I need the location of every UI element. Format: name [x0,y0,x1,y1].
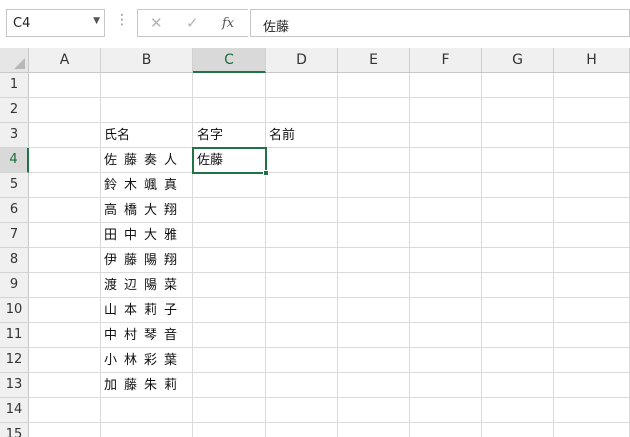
row-header-13[interactable]: 13 [0,373,29,398]
cell-b11[interactable]: 中村琴音 [104,323,184,348]
cell-b4[interactable]: 佐藤奏人 [104,148,184,173]
formula-input[interactable]: 佐藤 [250,9,630,37]
row-header-10[interactable]: 10 [0,298,29,323]
row-header-6[interactable]: 6 [0,198,29,223]
column-header-g[interactable]: G [482,48,554,73]
active-cell-border [192,147,267,174]
row-header-8[interactable]: 8 [0,248,29,273]
row-header-1[interactable]: 1 [0,73,29,98]
gridline [100,73,101,437]
insert-function-icon[interactable]: fx [222,16,234,31]
cell-b7[interactable]: 田中大雅 [104,223,184,248]
column-header-c[interactable]: C [193,48,266,73]
formula-buttons: ✕ ✓ fx [137,9,248,37]
formula-value: 佐藤 [263,20,290,35]
cancel-icon[interactable]: ✕ [150,14,163,32]
cell-b5[interactable]: 鈴木颯真 [104,173,184,198]
chevron-down-icon[interactable]: ▼ [93,16,100,26]
column-header-d[interactable]: D [266,48,338,73]
fill-handle[interactable] [263,170,269,176]
gridline [265,73,266,437]
gridline [481,73,482,437]
gridline [29,422,630,423]
select-all-triangle-icon [14,58,25,69]
cell-b12[interactable]: 小林彩葉 [104,348,184,373]
gridline [409,73,410,437]
cell-c3[interactable]: 名字 [197,123,223,148]
select-all-button[interactable] [0,48,29,73]
column-header-a[interactable]: A [29,48,101,73]
gridline [192,73,193,437]
name-box-value: C4 [13,16,31,31]
spreadsheet-grid[interactable]: A B C D E F G H 1 2 3 4 5 6 7 8 9 10 11 … [0,48,630,437]
column-header-e[interactable]: E [338,48,410,73]
name-box[interactable]: C4 ▼ [6,9,105,37]
row-header-11[interactable]: 11 [0,323,29,348]
cell-b6[interactable]: 高橋大翔 [104,198,184,223]
column-header-b[interactable]: B [101,48,193,73]
column-header-f[interactable]: F [410,48,482,73]
row-header-4[interactable]: 4 [0,148,29,173]
row-header-7[interactable]: 7 [0,223,29,248]
row-header-9[interactable]: 9 [0,273,29,298]
gridline [337,73,338,437]
cell-b10[interactable]: 山本莉子 [104,298,184,323]
gridline [553,73,554,437]
row-header-2[interactable]: 2 [0,98,29,123]
row-header-3[interactable]: 3 [0,123,29,148]
cell-b9[interactable]: 渡辺陽菜 [104,273,184,298]
row-header-15[interactable]: 15 [0,423,29,437]
cell-b3[interactable]: 氏名 [104,123,130,148]
cell-b8[interactable]: 伊藤陽翔 [104,248,184,273]
more-vertical-icon: ⋮ [115,12,129,28]
row-header-5[interactable]: 5 [0,173,29,198]
row-header-12[interactable]: 12 [0,348,29,373]
cell-d3[interactable]: 名前 [269,123,295,148]
check-icon[interactable]: ✓ [186,14,199,32]
cell-b13[interactable]: 加藤朱莉 [104,373,184,398]
formula-bar: C4 ▼ ⋮ ✕ ✓ fx 佐藤 [0,0,630,49]
row-header-14[interactable]: 14 [0,398,29,423]
column-header-h[interactable]: H [554,48,630,73]
gridline [29,97,630,98]
